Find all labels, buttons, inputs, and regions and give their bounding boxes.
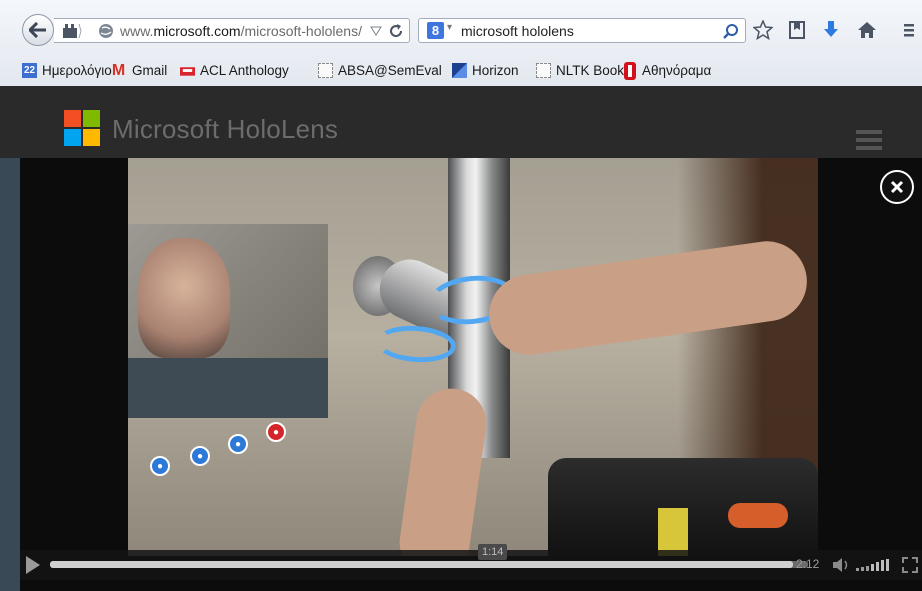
microphone-icon: ● — [190, 446, 210, 466]
home-icon[interactable] — [856, 19, 878, 41]
video-frame[interactable]: ● ● ● ● — [128, 158, 818, 556]
bookmark-label: ACL Anthology — [200, 63, 289, 78]
close-icon — [890, 180, 904, 194]
search-icon[interactable] — [723, 23, 739, 39]
video-icon: ● — [228, 434, 248, 454]
back-button[interactable] — [22, 14, 54, 46]
video-call-person — [138, 238, 230, 358]
search-input[interactable]: microsoft hololens — [461, 23, 574, 39]
page-icon — [536, 63, 551, 78]
navigation-toolbar: www.microsoft.com/microsoft-hololens/ 8 … — [0, 0, 922, 56]
video-controls: 1:14 2:12 — [20, 544, 922, 580]
volume-icon[interactable] — [832, 557, 850, 573]
url-prefix: www. — [120, 23, 154, 39]
search-bar[interactable]: 8 ▾ microsoft hololens — [418, 18, 746, 43]
bookmark-absa-semeval[interactable]: ABSA@SemEval — [318, 63, 442, 78]
calendar-icon: 22 — [22, 63, 37, 78]
video-duration: 2:12 — [796, 557, 820, 571]
menu-icon[interactable] — [900, 19, 922, 41]
bookmark-label: Αθηνόραμα — [642, 63, 712, 78]
bookmark-label: ABSA@SemEval — [338, 63, 442, 78]
bookmarks-menu-icon[interactable] — [786, 19, 808, 41]
microsoft-logo-icon[interactable] — [64, 110, 100, 146]
bookmark-athinorama[interactable]: Αθηνόραμα — [622, 61, 712, 80]
browser-chrome: www.microsoft.com/microsoft-hololens/ 8 … — [0, 0, 922, 87]
url-domain: microsoft.com — [153, 23, 241, 39]
bookmark-label: Gmail — [132, 63, 168, 78]
bookmark-horizon[interactable]: Horizon — [452, 63, 519, 78]
progress-bar[interactable]: 1:14 — [50, 544, 808, 568]
dropdown-triangle-icon[interactable] — [370, 26, 382, 36]
url-bar[interactable]: www.microsoft.com/microsoft-hololens/ — [54, 18, 410, 43]
bookmark-acl-anthology[interactable]: ACL Anthology — [180, 63, 289, 78]
end-call-icon: ● — [266, 422, 286, 442]
gmail-icon: M — [111, 61, 126, 79]
url-path: /microsoft-hololens/ — [240, 23, 362, 39]
page-side-stripe — [0, 158, 20, 591]
progress-fill — [50, 561, 793, 568]
bookmark-calendar[interactable]: 22 Ημερολόγιο — [22, 63, 112, 78]
bookmark-gmail[interactable]: M Gmail — [110, 61, 168, 79]
engine-dropdown-icon[interactable]: ▾ — [447, 22, 452, 33]
web-page: Microsoft HoloLens ● ● ● ● 1:14 2:12 — [0, 86, 922, 591]
volume-slider[interactable] — [856, 558, 892, 572]
acl-icon — [180, 63, 195, 78]
google-engine-icon[interactable]: 8 — [427, 22, 444, 39]
download-icon[interactable] — [820, 19, 842, 41]
user-hand — [395, 384, 491, 556]
yellow-tool — [658, 508, 688, 556]
bookmark-nltk-book[interactable]: NLTK Book — [536, 63, 624, 78]
bookmark-label: Horizon — [472, 63, 519, 78]
play-icon[interactable] — [26, 556, 40, 574]
fullscreen-icon[interactable] — [902, 557, 918, 573]
orange-tool — [728, 503, 788, 528]
site-header: Microsoft HoloLens — [0, 86, 922, 158]
url-text[interactable]: www.microsoft.com/microsoft-hololens/ — [120, 23, 362, 39]
bookmark-label: Ημερολόγιο — [42, 63, 112, 78]
bookmark-star-icon[interactable] — [752, 19, 774, 41]
page-icon — [318, 63, 333, 78]
site-title[interactable]: Microsoft HoloLens — [112, 114, 338, 145]
bookmark-label: NLTK Book — [556, 63, 625, 78]
video-call-person-shirt — [128, 358, 328, 418]
close-video-button[interactable] — [880, 170, 914, 204]
reload-icon[interactable] — [388, 23, 404, 39]
bookmarks-toolbar: 22 Ημερολόγιο M Gmail ACL Anthology ABSA… — [0, 57, 922, 85]
athinorama-icon — [622, 61, 637, 80]
horizon-icon — [452, 63, 467, 78]
globe-icon[interactable] — [98, 23, 114, 39]
back-arrow-icon — [29, 22, 46, 38]
reader-view-icon[interactable] — [62, 23, 82, 39]
hover-time-tooltip: 1:14 — [478, 544, 508, 560]
site-menu-icon[interactable] — [856, 130, 882, 150]
camera-icon: ● — [150, 456, 170, 476]
